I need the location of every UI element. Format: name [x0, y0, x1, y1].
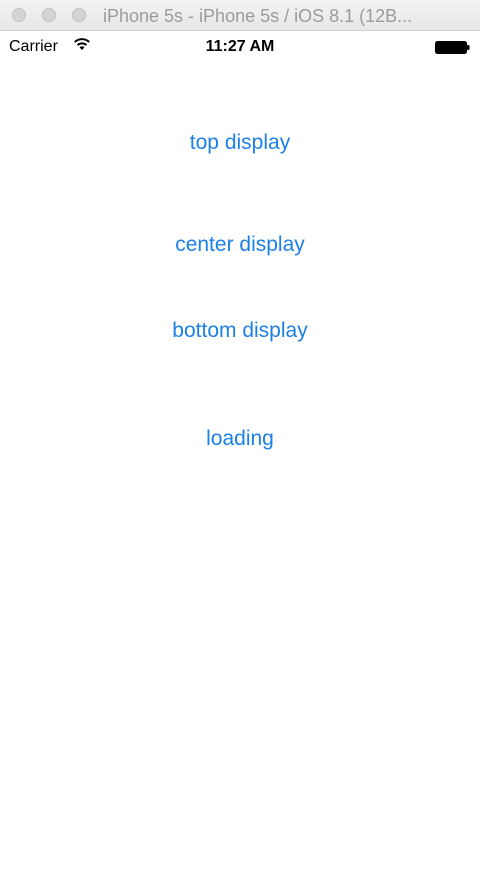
center-display-button[interactable]: center display [0, 233, 480, 257]
zoom-window-button[interactable] [72, 8, 86, 22]
status-time: 11:27 AM [205, 38, 275, 55]
status-bar: Carrier 11:27 AM [0, 33, 480, 61]
top-display-button[interactable]: top display [0, 131, 480, 155]
battery-icon [435, 41, 470, 54]
minimize-window-button[interactable] [42, 8, 56, 22]
window-title: iPhone 5s - iPhone 5s / iOS 8.1 (12B... [103, 6, 413, 26]
bottom-display-button[interactable]: bottom display [0, 319, 480, 343]
simulator-title-bar: iPhone 5s - iPhone 5s / iOS 8.1 (12B... [0, 0, 480, 31]
loading-button[interactable]: loading [0, 427, 480, 451]
close-window-button[interactable] [12, 8, 26, 22]
